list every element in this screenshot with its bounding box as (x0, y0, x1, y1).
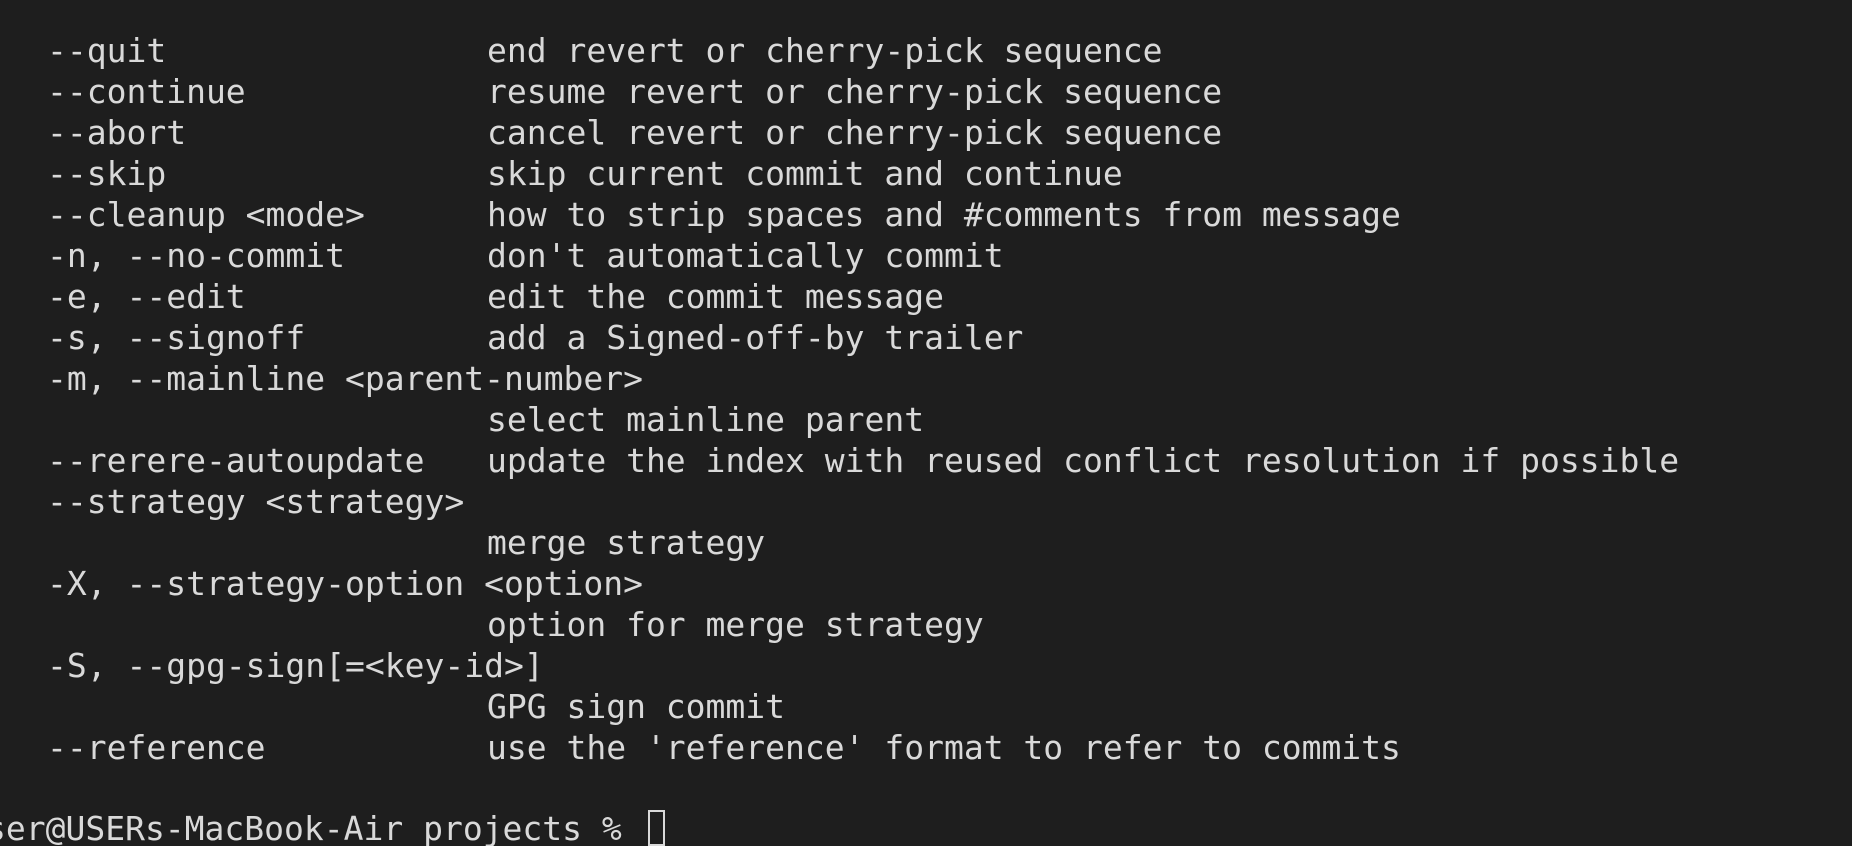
option-description: skip current commit and continue (487, 154, 1123, 193)
terminal-window[interactable]: --quit end revert or cherry-pick sequence… (0, 0, 1852, 846)
output-line: -X, --strategy-option <option> (0, 563, 1852, 604)
option-description: GPG sign commit (487, 687, 786, 726)
option-description: edit the commit message (487, 277, 944, 316)
option-description: how to strip spaces and #comments from m… (487, 195, 1401, 234)
option-flag: -S, --gpg-sign[=<key-id>] (47, 646, 544, 685)
option-description: resume revert or cherry-pick sequence (487, 72, 1223, 111)
option-flag: --quit (47, 31, 167, 70)
option-flag: --reference (47, 728, 266, 767)
option-flag: --rerere-autoupdate (47, 441, 425, 480)
output-line: --quit end revert or cherry-pick sequence (0, 30, 1852, 71)
output-line: -m, --mainline <parent-number> (0, 358, 1852, 399)
output-line: -S, --gpg-sign[=<key-id>] (0, 645, 1852, 686)
option-description: update the index with reused conflict re… (487, 441, 1680, 480)
output-line: select mainline parent (0, 399, 1852, 440)
option-flag: -m, --mainline <parent-number> (47, 359, 644, 398)
option-description: use the 'reference' format to refer to c… (487, 728, 1401, 767)
option-description: merge strategy (487, 523, 766, 562)
output-line: -s, --signoff add a Signed-off-by trailer (0, 317, 1852, 358)
prompt-line[interactable]: ser@USERs-MacBook-Air projects % (0, 808, 665, 846)
option-flag: --strategy <strategy> (47, 482, 465, 521)
option-flag: -s, --signoff (47, 318, 306, 357)
option-flag: -e, --edit (47, 277, 246, 316)
option-description: cancel revert or cherry-pick sequence (487, 113, 1223, 152)
option-flag: -n, --no-commit (47, 236, 346, 275)
output-line: merge strategy (0, 522, 1852, 563)
option-flag: -X, --strategy-option <option> (47, 564, 644, 603)
command-output: --quit end revert or cherry-pick sequence… (0, 30, 1852, 768)
option-description: select mainline parent (487, 400, 925, 439)
option-flag: --cleanup <mode> (47, 195, 365, 234)
output-line: --reference use the 'reference' format to… (0, 727, 1852, 768)
output-line: --continue resume revert or cherry-pick s… (0, 71, 1852, 112)
shell-prompt: ser@USERs-MacBook-Air projects % (0, 809, 642, 846)
output-line: option for merge strategy (0, 604, 1852, 645)
option-flag: --skip (47, 154, 167, 193)
option-description: option for merge strategy (487, 605, 984, 644)
output-line: --skip skip current commit and continue (0, 153, 1852, 194)
option-flag: --abort (47, 113, 187, 152)
option-description: end revert or cherry-pick sequence (487, 31, 1163, 70)
text-cursor (647, 810, 665, 846)
output-line: --abort cancel revert or cherry-pick sequ… (0, 112, 1852, 153)
output-line: -n, --no-commit don't automatically commi… (0, 235, 1852, 276)
option-description: don't automatically commit (487, 236, 1004, 275)
output-line: --rerere-autoupdate update the index with… (0, 440, 1852, 481)
output-line: --cleanup <mode> how to strip spaces and … (0, 194, 1852, 235)
output-line: GPG sign commit (0, 686, 1852, 727)
output-line: --strategy <strategy> (0, 481, 1852, 522)
option-flag: --continue (47, 72, 246, 111)
output-line: -e, --edit edit the commit message (0, 276, 1852, 317)
option-description: add a Signed-off-by trailer (487, 318, 1024, 357)
